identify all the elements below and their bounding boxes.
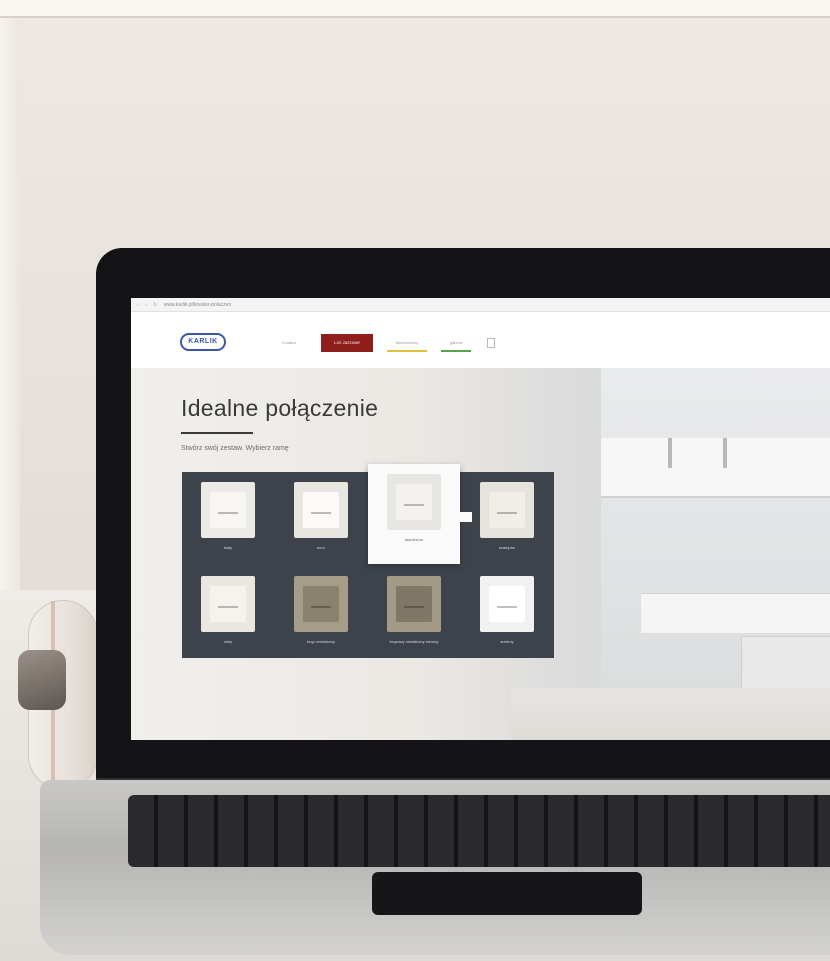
frame-tile-label: szampan — [498, 545, 516, 550]
frame-tile[interactable]: szampan — [461, 472, 553, 564]
room-lamp — [668, 438, 672, 468]
switch-key — [210, 586, 246, 622]
laptop-trackpad[interactable] — [372, 872, 642, 915]
nav-item-gallery[interactable]: galeria — [441, 334, 471, 352]
laptop-screen: ‹ › ↻ www.karlik.pl/kreator-polaczen KAR… — [131, 298, 830, 740]
ceiling-strip — [0, 0, 830, 18]
photo-scene: ‹ › ↻ www.karlik.pl/kreator-polaczen KAR… — [0, 0, 830, 961]
switch-frame-image — [294, 576, 348, 632]
site-logo[interactable]: KARLIK — [180, 333, 226, 351]
room-counter — [641, 593, 830, 633]
switch-frame-image — [294, 482, 348, 538]
switch-key — [396, 586, 432, 622]
frame-tile[interactable]: brązowy metaliczny ciemny — [368, 566, 460, 658]
frame-tile[interactable]: ecru — [275, 472, 367, 564]
frame-tile[interactable]: srebrny — [461, 566, 553, 658]
switch-frame-image — [480, 576, 534, 632]
switch-frame-image — [387, 474, 441, 530]
frame-tile-label: srebrny — [500, 639, 514, 644]
switch-key — [303, 492, 339, 528]
frame-picker: biały ecru aluminium szampan złoty brąz metal… — [182, 464, 554, 658]
switch-key — [396, 484, 432, 520]
grid-icon[interactable] — [487, 338, 495, 348]
title-underline — [181, 432, 253, 434]
room-cabinet — [601, 438, 830, 498]
frame-tile-label: biały — [223, 545, 233, 550]
forward-icon[interactable]: › — [145, 302, 147, 308]
room-lamp — [723, 438, 727, 468]
frame-tile-label: ecru — [317, 545, 325, 550]
frame-tile-label: złoty — [223, 639, 233, 644]
switch-frame-image — [387, 576, 441, 632]
frame-tile-label: brąz metaliczny — [307, 639, 335, 644]
back-icon[interactable]: ‹ — [137, 302, 139, 308]
room-floor — [511, 688, 830, 740]
switch-key — [489, 586, 525, 622]
nav-item-mechanisms[interactable]: Mechanizmy — [387, 334, 427, 352]
frame-tile[interactable]: aluminium — [368, 464, 472, 564]
decor-object — [18, 650, 66, 710]
frame-tile[interactable]: biały — [182, 472, 274, 564]
browser-address-bar[interactable]: ‹ › ↻ www.karlik.pl/kreator-polaczen — [131, 298, 830, 312]
hero-section: Idealne połączenie Stwórz swój zestaw. W… — [131, 368, 830, 740]
laptop-keyboard — [128, 795, 830, 867]
frame-tile[interactable]: złoty — [182, 566, 274, 658]
reload-icon[interactable]: ↻ — [153, 302, 157, 308]
url-text[interactable]: www.karlik.pl/kreator-polaczen — [164, 302, 232, 308]
switch-key — [210, 492, 246, 528]
nav-item-lines[interactable]: Lini Jazzowe — [321, 334, 373, 352]
nav-item-creative[interactable]: Creative — [271, 334, 307, 352]
frame-tile-label: aluminium — [404, 537, 424, 542]
switch-frame-image — [480, 482, 534, 538]
hero-title: Idealne połączenie — [181, 395, 379, 421]
switch-frame-image — [201, 482, 255, 538]
hero-subtitle: Stwórz swój zestaw. Wybierz ramę — [181, 445, 289, 452]
switch-key — [489, 492, 525, 528]
switch-key — [303, 586, 339, 622]
frame-tile-label: brązowy metaliczny ciemny — [389, 639, 439, 644]
main-nav: Creative Lini Jazzowe Mechanizmy galeria — [271, 332, 495, 354]
frame-tile[interactable]: brąz metaliczny — [275, 566, 367, 658]
switch-frame-image — [201, 576, 255, 632]
